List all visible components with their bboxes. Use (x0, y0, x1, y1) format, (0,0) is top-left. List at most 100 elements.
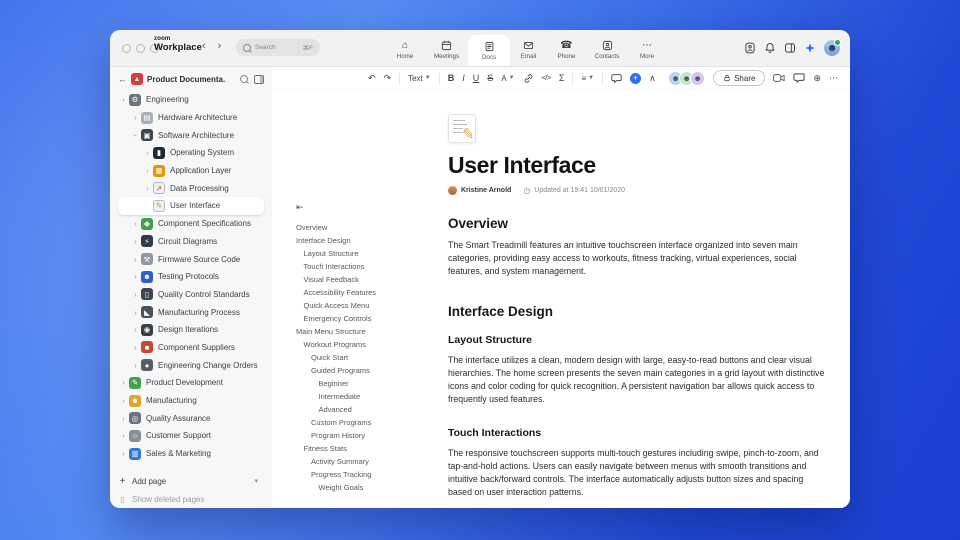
align-list-dropdown[interactable]: ≡ ▼ (581, 74, 594, 83)
outline-item-emergency-controls[interactable]: Emergency Controls (296, 312, 442, 325)
outline-item-quick-access-menu[interactable]: Quick Access Menu (296, 299, 442, 312)
tab-meetings[interactable]: Meetings (425, 30, 468, 66)
sidebar-item-engineering-change-orders[interactable]: › ● Engineering Change Orders (118, 356, 264, 374)
page-title[interactable]: User Interface (448, 152, 818, 179)
chevron-right-icon[interactable]: › (119, 396, 128, 405)
link-icon[interactable] (523, 73, 534, 84)
chat-bubble-icon[interactable] (793, 72, 806, 84)
chevron-right-icon[interactable]: › (131, 255, 140, 264)
heading-interface-design[interactable]: Interface Design (448, 304, 818, 319)
back-icon[interactable]: ‹ (202, 40, 206, 52)
outline-item-main-menu-structure[interactable]: Main Menu Structure (296, 325, 442, 338)
video-camera-icon[interactable] (773, 72, 785, 84)
sidebar-item-quality-control-standards[interactable]: › ▯ Quality Control Standards (118, 286, 264, 304)
outline-item-touch-interactions[interactable]: Touch Interactions (296, 260, 442, 273)
outline-item-quick-start[interactable]: Quick Start (296, 351, 442, 364)
sidebar-item-firmware-source-code[interactable]: › ⚒ Firmware Source Code (118, 250, 264, 268)
tab-docs[interactable]: Docs (468, 35, 510, 66)
bell-icon[interactable] (764, 42, 776, 54)
sidebar-item-component-suppliers[interactable]: › ■ Component Suppliers (118, 339, 264, 357)
chevron-right-icon[interactable]: › (131, 113, 140, 122)
paragraph-layout-structure[interactable]: The interface utilizes a clean, modern d… (448, 354, 826, 406)
sidebar-item-product-development[interactable]: › ✎ Product Development (118, 374, 264, 392)
show-deleted-pages-button[interactable]: ▯ Show deleted pages (118, 490, 264, 508)
outline-item-intermediate[interactable]: Intermediate (296, 390, 442, 403)
chevron-right-icon[interactable]: › (131, 343, 140, 352)
chevron-right-icon[interactable]: › (119, 431, 128, 440)
document-page[interactable]: ✎ User Interface Kristine Arnold ◷ Updat… (442, 90, 850, 508)
insert-plus-icon[interactable]: + (630, 72, 642, 84)
redo-icon[interactable]: ↷ (384, 73, 392, 83)
search-input[interactable]: Search ⌘F (236, 39, 320, 56)
chevron-right-icon[interactable]: › (119, 378, 128, 387)
paragraph-touch-interactions[interactable]: The responsive touchscreen supports mult… (448, 447, 826, 499)
strikethrough-icon[interactable]: S (487, 73, 493, 83)
outline-item-interface-design[interactable]: Interface Design (296, 234, 442, 247)
chevron-right-icon[interactable]: › (119, 414, 128, 423)
outline-item-activity-summary[interactable]: Activity Summary (296, 455, 442, 468)
sidebar-item-customer-support[interactable]: › ○ Customer Support (118, 427, 264, 445)
outline-item-layout-structure[interactable]: Layout Structure (296, 247, 442, 260)
chevron-right-icon[interactable]: › (143, 148, 152, 157)
chevron-right-icon[interactable]: › (131, 272, 140, 281)
outline-item-custom-programs[interactable]: Custom Programs (296, 416, 442, 429)
chevron-right-icon[interactable]: › (143, 184, 152, 193)
equation-icon[interactable]: Σ (559, 73, 565, 83)
sidebar-item-testing-protocols[interactable]: › ☻ Testing Protocols (118, 268, 264, 286)
chevron-right-icon[interactable]: › (131, 219, 140, 228)
panel-icon[interactable] (784, 42, 796, 54)
sidebar-item-manufacturing-process[interactable]: › ◣ Manufacturing Process (118, 303, 264, 321)
add-page-button[interactable]: + Add page ▾ (118, 473, 264, 491)
user-avatar[interactable]: ☻ (824, 39, 841, 56)
text-color-dropdown[interactable]: A ▼ (501, 74, 514, 83)
outline-item-guided-programs[interactable]: Guided Programs (296, 364, 442, 377)
sidebar-item-operating-system[interactable]: › ▮ Operating System (118, 144, 264, 162)
sidebar-item-manufacturing[interactable]: › ☻ Manufacturing (118, 392, 264, 410)
chevron-right-icon[interactable]: › (119, 95, 128, 104)
sidebar-item-application-layer[interactable]: › ▦ Application Layer (118, 162, 264, 180)
sidebar-item-design-iterations[interactable]: › ◉ Design Iterations (118, 321, 264, 339)
chevron-right-icon[interactable]: › (131, 361, 140, 370)
forward-icon[interactable]: › (218, 40, 222, 52)
bold-icon[interactable]: B (448, 73, 455, 83)
chevron-right-icon[interactable]: › (143, 166, 152, 175)
collapse-outline-icon[interactable]: ⇤ (296, 202, 442, 213)
tab-email[interactable]: Email (510, 30, 547, 66)
heading-layout-structure[interactable]: Layout Structure (448, 334, 818, 346)
paragraph-overview[interactable]: The Smart Treadmill features an intuitiv… (448, 239, 826, 278)
collaborator-avatar[interactable]: ☻ (690, 70, 706, 86)
globe-icon[interactable]: ⊕ (813, 73, 821, 83)
ai-sparkle-icon[interactable] (804, 42, 816, 54)
sidebar-back-icon[interactable]: ← (118, 74, 127, 84)
outline-item-overview[interactable]: Overview (296, 221, 442, 234)
sidebar-item-circuit-diagrams[interactable]: › ⚡ Circuit Diagrams (118, 233, 264, 251)
tab-contacts[interactable]: Contacts (586, 30, 628, 66)
profile-icon[interactable] (744, 42, 756, 54)
code-icon[interactable]: </> (542, 74, 552, 82)
comment-icon[interactable] (611, 73, 622, 84)
heading-overview[interactable]: Overview (448, 216, 818, 231)
minimize-window-icon[interactable] (136, 44, 145, 53)
tab-phone[interactable]: ☎ Phone (547, 30, 586, 66)
chevron-down-icon[interactable]: › (131, 131, 140, 140)
sidebar-search-icon[interactable] (240, 75, 248, 83)
sidebar-item-engineering[interactable]: › ⚙ Engineering (118, 91, 264, 109)
outline-item-progress-tracking[interactable]: Progress Tracking (296, 468, 442, 481)
sidebar-item-user-interface[interactable]: ✎ User Interface (118, 197, 264, 215)
outline-item-advanced[interactable]: Advanced (296, 403, 442, 416)
sidebar-item-hardware-architecture[interactable]: › ▤ Hardware Architecture (118, 109, 264, 127)
text-style-dropdown[interactable]: Text ▼ (408, 74, 431, 83)
share-button[interactable]: Share (713, 70, 766, 86)
more-horizontal-icon[interactable]: ⋯ (829, 73, 838, 83)
outline-item-visual-feedback[interactable]: Visual Feedback (296, 273, 442, 286)
outline-item-accessibility-features[interactable]: Accessibility Features (296, 286, 442, 299)
outline-item-program-history[interactable]: Program History (296, 429, 442, 442)
italic-icon[interactable]: I (462, 73, 465, 83)
outline-item-beginner[interactable]: Beginner (296, 377, 442, 390)
chevron-right-icon[interactable]: › (119, 449, 128, 458)
sidebar-item-component-specifications[interactable]: › ◆ Component Specifications (118, 215, 264, 233)
chevron-right-icon[interactable]: › (131, 237, 140, 246)
sidebar-item-data-processing[interactable]: › ↗ Data Processing (118, 179, 264, 197)
sidebar-panel-icon[interactable] (254, 74, 264, 84)
close-window-icon[interactable] (122, 44, 131, 53)
